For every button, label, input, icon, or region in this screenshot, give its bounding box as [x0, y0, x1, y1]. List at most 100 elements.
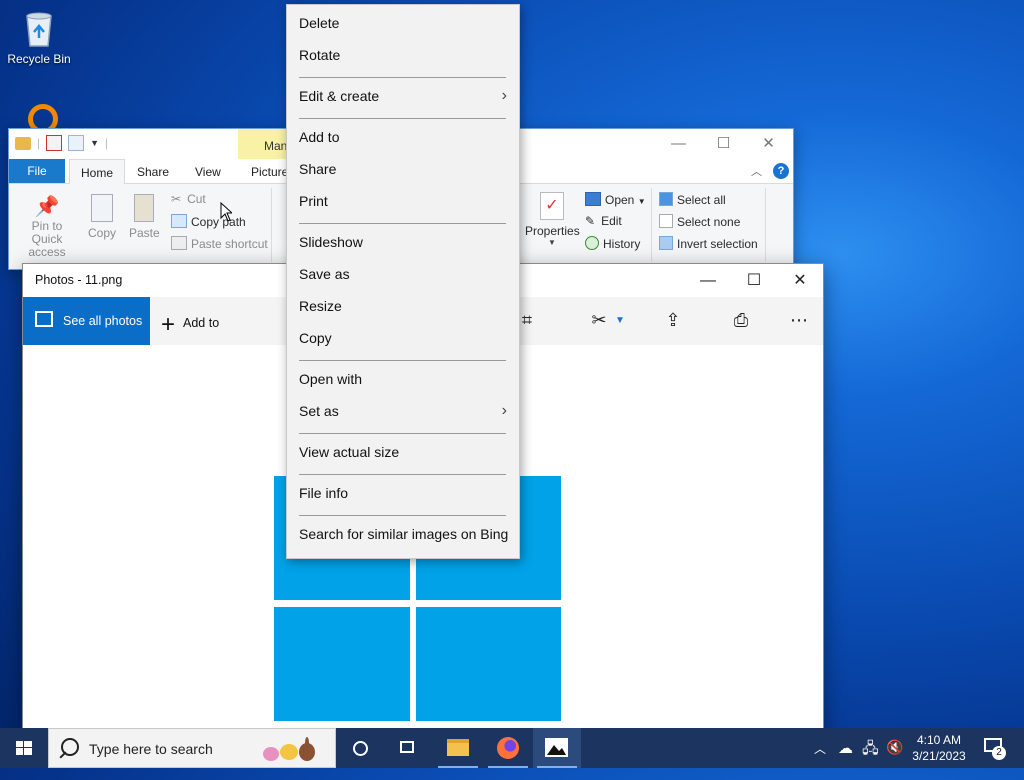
menu-separator — [299, 118, 506, 119]
properties-check-icon[interactable] — [46, 135, 63, 151]
properties-button[interactable]: ✓ Properties ▼ — [525, 192, 580, 247]
new-folder-icon[interactable] — [68, 135, 85, 151]
menu-item-open-with[interactable]: Open with — [287, 365, 519, 395]
tab-picture[interactable]: Picture — [251, 159, 288, 183]
menu-item-file-info[interactable]: File info — [287, 479, 519, 509]
select-none-icon — [659, 214, 673, 228]
tray-overflow-chevron-icon[interactable]: ︿ — [814, 740, 826, 780]
invert-selection-button[interactable]: Invert selection — [659, 236, 758, 251]
see-all-photos-button[interactable]: See all photos — [23, 297, 150, 345]
ribbon-divider — [765, 188, 766, 262]
cortana-button[interactable] — [336, 728, 384, 768]
menu-item-rotate[interactable]: Rotate — [287, 41, 519, 71]
mouse-cursor-icon — [220, 201, 234, 225]
menu-separator — [299, 474, 506, 475]
ribbon-collapse-icon[interactable]: ︿ — [751, 163, 762, 179]
paste-button[interactable]: Paste — [129, 194, 160, 240]
menu-item-save-as[interactable]: Save as — [287, 260, 519, 290]
invert-selection-icon — [659, 236, 673, 250]
menu-item-edit-create[interactable]: Edit & create › — [287, 82, 519, 112]
recycle-bin-icon — [20, 8, 58, 48]
cut-button[interactable]: ✂ Cut — [171, 192, 206, 206]
taskbar-search-box[interactable]: Type here to search — [48, 728, 336, 768]
help-icon[interactable]: ? — [773, 163, 789, 179]
tab-view[interactable]: View — [195, 159, 221, 183]
copy-button[interactable]: Copy — [87, 194, 117, 240]
paste-shortcut-icon — [171, 236, 187, 250]
pin-to-quick-access-button[interactable]: 📌 Pin to Quick access — [15, 194, 79, 259]
menu-separator — [299, 223, 506, 224]
folder-icon — [447, 739, 469, 756]
pin-icon: 📌 — [34, 196, 60, 218]
select-all-icon — [659, 192, 673, 206]
clock-date: 3/21/2023 — [912, 749, 966, 763]
menu-separator — [299, 360, 506, 361]
task-view-button[interactable] — [384, 728, 432, 768]
taskbar-photos[interactable] — [533, 728, 581, 768]
menu-item-set-as[interactable]: Set as › — [287, 397, 519, 427]
menu-item-copy[interactable]: Copy — [287, 324, 519, 354]
explorer-maximize-button[interactable]: ☐ — [701, 129, 746, 159]
menu-item-resize[interactable]: Resize — [287, 292, 519, 322]
notification-center-button[interactable]: 2 — [982, 736, 1008, 760]
menu-item-slideshow[interactable]: Slideshow — [287, 228, 519, 258]
clock-time: 4:10 AM — [916, 733, 962, 747]
menu-item-print[interactable]: Print — [287, 187, 519, 217]
add-to-button[interactable]: + Add to — [161, 311, 219, 339]
taskbar-firefox[interactable] — [484, 728, 532, 768]
windows-start-icon — [16, 741, 32, 755]
menu-item-add-to[interactable]: Add to — [287, 123, 519, 153]
photos-close-button[interactable]: ✕ — [777, 264, 823, 297]
quick-access-toolbar: | ▼ | — [15, 135, 108, 151]
menu-item-view-actual-size[interactable]: View actual size — [287, 438, 519, 468]
open-icon — [585, 192, 601, 206]
open-button[interactable]: Open ▼ — [585, 192, 646, 207]
share-icon[interactable]: ⇪ — [661, 310, 685, 331]
copy-icon — [91, 194, 113, 222]
menu-item-share[interactable]: Share — [287, 155, 519, 185]
photos-minimize-button[interactable]: — — [685, 264, 731, 297]
taskbar-file-explorer[interactable] — [434, 728, 482, 768]
onedrive-cloud-icon[interactable]: ☁ — [838, 739, 853, 779]
qat-dropdown-icon[interactable]: ▼ — [90, 138, 99, 148]
cortana-circle-icon — [353, 741, 368, 756]
explorer-close-button[interactable]: ✕ — [746, 129, 791, 159]
properties-icon: ✓ — [540, 192, 564, 220]
photo-gallery-icon — [35, 311, 53, 327]
paste-shortcut-button[interactable]: Paste shortcut — [171, 236, 268, 251]
tab-home[interactable]: Home — [69, 159, 125, 185]
tab-file[interactable]: File — [9, 159, 65, 183]
open-dropdown-icon: ▼ — [637, 197, 646, 206]
photos-maximize-button[interactable]: ☐ — [731, 264, 777, 297]
menu-item-search-bing[interactable]: Search for similar images on Bing — [287, 520, 519, 550]
paste-icon — [134, 194, 154, 222]
ribbon-divider — [271, 188, 272, 262]
recycle-bin-desktop-icon[interactable]: Recycle Bin — [4, 8, 74, 66]
edit-dropdown-icon[interactable]: ▼ — [608, 315, 632, 326]
photos-window-title: Photos - 11.png — [35, 273, 123, 287]
folder-icon[interactable] — [15, 136, 31, 150]
submenu-chevron-icon: › — [501, 402, 507, 419]
menu-separator — [299, 77, 506, 78]
edit-pencil-icon: ✎ — [585, 214, 596, 228]
explorer-minimize-button[interactable]: — — [656, 129, 701, 159]
search-highlight-eggs-icon — [261, 737, 325, 763]
select-all-button[interactable]: Select all — [659, 192, 726, 207]
network-icon[interactable]: 🖧 — [862, 738, 879, 778]
copy-path-icon — [171, 214, 187, 228]
tab-share[interactable]: Share — [137, 159, 169, 183]
task-view-icon — [400, 741, 414, 753]
start-button[interactable] — [0, 728, 48, 768]
print-icon[interactable]: ⎙ — [729, 310, 753, 331]
select-none-button[interactable]: Select none — [659, 214, 740, 229]
search-placeholder: Type here to search — [89, 741, 213, 757]
orange-desktop-icon[interactable] — [26, 104, 62, 128]
copy-path-button[interactable]: Copy path — [171, 214, 246, 229]
edit-button[interactable]: ✎ Edit — [585, 214, 622, 228]
more-options-icon[interactable]: ⋯ — [787, 310, 811, 331]
photos-app-icon — [545, 738, 568, 757]
taskbar-clock[interactable]: 4:10 AM 3/21/2023 — [900, 732, 978, 764]
history-button[interactable]: History — [585, 236, 640, 251]
recycle-bin-label: Recycle Bin — [7, 52, 71, 66]
menu-item-delete[interactable]: Delete — [287, 9, 519, 39]
